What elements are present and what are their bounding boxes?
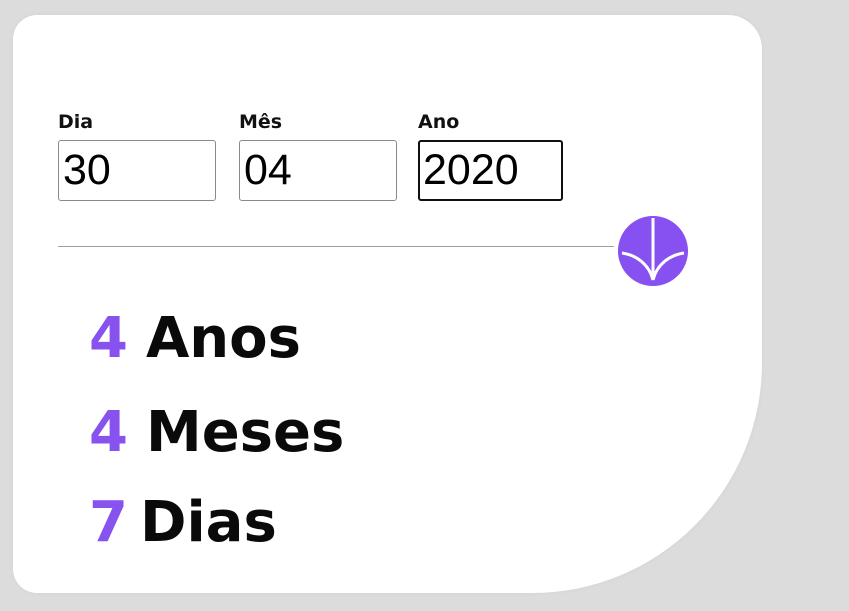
month-field: Mês [239,111,397,201]
month-input[interactable] [239,140,397,201]
years-unit: Anos [145,306,301,371]
divider [58,246,614,247]
month-label: Mês [239,111,283,133]
year-field: Ano [418,111,563,201]
arrow-down-icon [621,218,685,281]
day-input[interactable] [58,140,216,201]
result-months: 4 Meses [89,403,344,463]
days-unit: Dias [139,490,277,555]
year-label: Ano [418,111,460,133]
months-count: 4 [89,400,128,465]
age-calculator-card: Dia Mês Ano 4 Anos 4 Meses 7 Dias [13,15,762,593]
year-input[interactable] [418,140,563,201]
result-years: 4 Anos [89,309,301,369]
years-count: 4 [89,306,128,371]
months-unit: Meses [145,400,345,465]
result-days: 7 Dias [89,493,277,553]
submit-button[interactable] [618,216,688,286]
day-field: Dia [58,111,216,201]
day-label: Dia [58,111,94,133]
days-count: 7 [89,490,128,555]
